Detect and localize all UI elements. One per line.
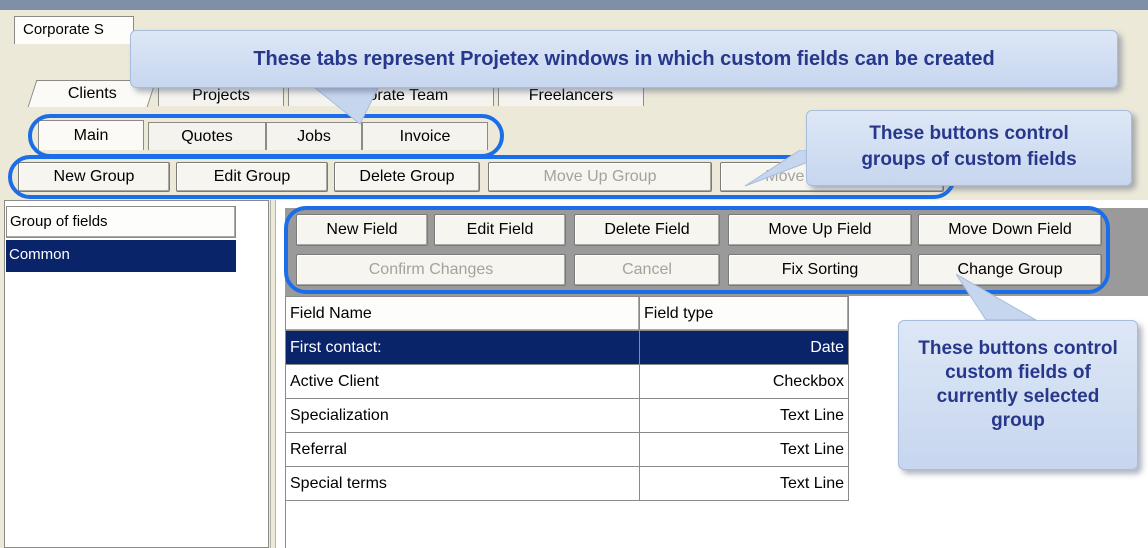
move-up-field-button[interactable]: Move Up Field [728,214,912,246]
cancel-button[interactable]: Cancel [574,254,720,286]
field-name-cell: Specialization [285,398,640,433]
fields-table: Field Name Field type First contact: Dat… [285,296,849,501]
field-name-cell: First contact: [285,330,640,365]
new-group-button[interactable]: New Group [18,162,170,192]
move-up-group-button[interactable]: Move Up Group [488,162,712,192]
table-row[interactable]: Special terms Text Line [285,466,849,501]
field-type-cell: Text Line [639,398,849,433]
field-type-cell: Date [639,330,849,365]
delete-field-button[interactable]: Delete Field [574,214,720,246]
field-name-cell: Active Client [285,364,640,399]
delete-group-button[interactable]: Delete Group [334,162,480,192]
field-name-cell: Special terms [285,466,640,501]
field-type-cell: Text Line [639,432,849,467]
table-row[interactable]: Specialization Text Line [285,398,849,433]
window-tab-corporate[interactable]: Corporate S [14,16,134,44]
field-type-cell: Checkbox [639,364,849,399]
edit-group-button[interactable]: Edit Group [176,162,328,192]
table-header-row: Field Name Field type [285,296,849,331]
move-down-field-button[interactable]: Move Down Field [918,214,1102,246]
field-name-cell: Referral [285,432,640,467]
subtab-quotes[interactable]: Quotes [148,122,266,150]
top-band [0,0,1148,10]
subtab-jobs[interactable]: Jobs [266,122,362,150]
field-buttons-callout: These buttons control custom fields of c… [898,320,1138,470]
group-buttons-callout: These buttons control groups of custom f… [806,110,1132,186]
table-row[interactable]: Referral Text Line [285,432,849,467]
field-type-cell: Text Line [639,466,849,501]
table-row[interactable]: Active Client Checkbox [285,364,849,399]
groups-header: Group of fields [6,206,236,238]
subtab-invoice[interactable]: Invoice [362,122,488,150]
field-buttons-callout-tail [956,273,1038,321]
subtab-main[interactable]: Main [38,120,144,150]
screen: Corporate S Clients Projects Corporate T… [0,0,1148,548]
new-field-button[interactable]: New Field [296,214,428,246]
group-item-common[interactable]: Common [6,240,236,272]
confirm-changes-button[interactable]: Confirm Changes [296,254,566,286]
column-header-field-type[interactable]: Field type [639,296,849,331]
table-row[interactable]: First contact: Date [285,330,849,365]
tabs-callout: These tabs represent Projetex windows in… [130,30,1118,88]
tabs-callout-tail [309,84,381,125]
fix-sorting-button[interactable]: Fix Sorting [728,254,912,286]
edit-field-button[interactable]: Edit Field [434,214,566,246]
column-header-field-name[interactable]: Field Name [285,296,640,331]
